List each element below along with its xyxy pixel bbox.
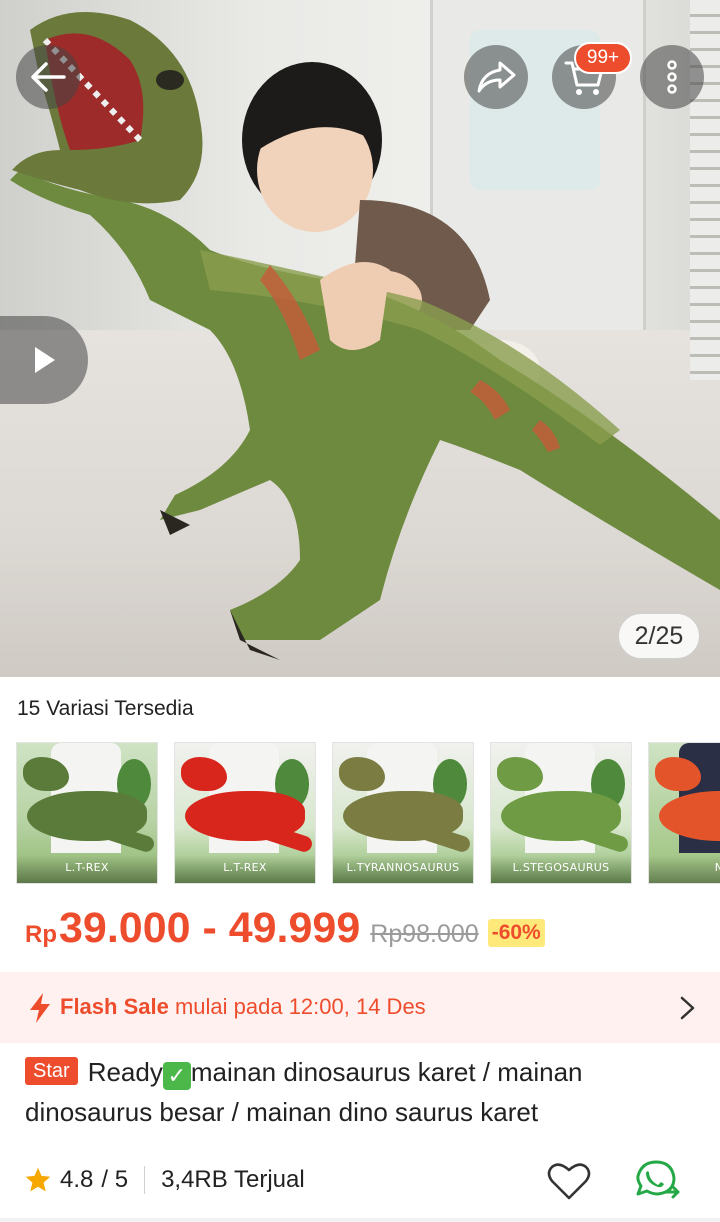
rating-value: 4.8 [60, 1166, 94, 1193]
lightning-bolt-icon [30, 993, 50, 1023]
sold-count: 3,4RB Terjual [161, 1166, 305, 1193]
cart-count-badge: 99+ [574, 42, 632, 74]
play-video-button[interactable] [0, 316, 88, 404]
product-photo-dinosaur [10, 12, 720, 660]
check-mark-icon: ✓ [162, 1062, 191, 1090]
more-vertical-icon [667, 60, 677, 94]
heart-icon[interactable] [546, 1160, 592, 1202]
star-icon [25, 1167, 51, 1192]
thumb-dinosaur [659, 791, 720, 841]
image-counter: 2/25 [618, 613, 700, 659]
product-title: Star Ready ✓ mainan dinosaurus karet / main… [25, 1052, 695, 1132]
variant-thumbnail[interactable]: L.STEGOSAURUS [490, 742, 632, 884]
variant-thumbnail-list[interactable]: L.T-REX L.T-REX L.TYRANNOSAURUS L.STEGOS… [16, 742, 720, 884]
flash-sale-banner[interactable]: Flash Sale mulai pada 12:00, 14 Des [0, 972, 720, 1043]
variant-caption: L.T-REX [175, 855, 315, 883]
price-row: Rp 39.000 - 49.999 Rp98.000 -60% [25, 904, 545, 958]
discount-badge: -60% [487, 919, 545, 947]
share-button[interactable] [464, 45, 528, 109]
variant-caption: L.TYRANNOSAURUS [333, 855, 473, 883]
price-range: 39.000 - 49.999 [59, 904, 361, 952]
rating-max: / 5 [101, 1166, 129, 1193]
variant-thumbnail[interactable]: L.TYRANNOSAURUS [332, 742, 474, 884]
original-price: Rp98.000 [370, 920, 479, 948]
variant-count-label[interactable]: 15 Variasi Tersedia [17, 697, 194, 721]
variant-thumbnail[interactable]: L.T-REX [174, 742, 316, 884]
play-icon [35, 347, 55, 373]
section-divider [0, 1218, 720, 1222]
variant-caption: L.STEGOSAURUS [491, 855, 631, 883]
variant-caption: L.T-REX [17, 855, 157, 883]
flash-sale-label: Flash Sale [60, 994, 169, 1019]
product-title-prefix: Ready [87, 1057, 163, 1087]
flash-sale-text: Flash Sale mulai pada 12:00, 14 Des [60, 994, 426, 1020]
chevron-right-icon [680, 996, 695, 1020]
arrow-left-icon [31, 62, 66, 92]
variant-thumbnail[interactable]: L.T-REX [16, 742, 158, 884]
more-options-button[interactable] [640, 45, 704, 109]
price-currency: Rp [25, 921, 57, 948]
whatsapp-share-icon[interactable] [634, 1158, 684, 1204]
share-arrow-icon [477, 61, 516, 93]
flash-sale-time: mulai pada 12:00, 14 Des [168, 994, 426, 1019]
variant-thumbnail[interactable]: N [648, 742, 720, 884]
divider [144, 1166, 146, 1194]
star-seller-badge: Star [25, 1057, 78, 1085]
variant-caption: N [649, 855, 720, 883]
rating-row[interactable]: 4.8 / 5 3,4RB Terjual [24, 1160, 305, 1200]
back-button[interactable] [16, 45, 80, 109]
product-image-gallery[interactable]: 99+ 2/25 [0, 0, 720, 677]
